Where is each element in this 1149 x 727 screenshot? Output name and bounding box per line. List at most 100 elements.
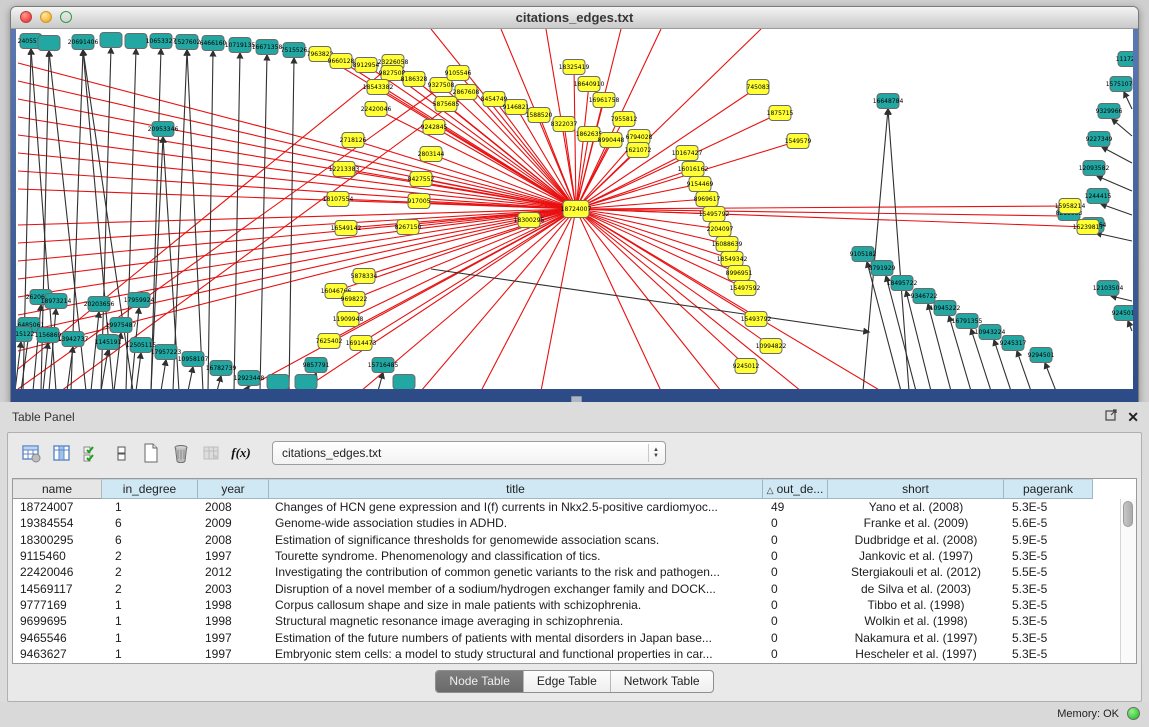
table-row[interactable]: 1456911722003Disruption of a novel membe… (13, 580, 1121, 596)
graph-edge[interactable] (1096, 233, 1132, 241)
graph-edge[interactable] (1045, 363, 1056, 389)
table-cell[interactable]: 9115460 (13, 548, 102, 564)
table-cell[interactable]: Disruption of a novel member of a sodium… (269, 581, 763, 597)
table-row[interactable]: 2242004622012Investigating the contribut… (13, 564, 1121, 580)
close-panel-icon[interactable]: ✕ (1127, 410, 1139, 424)
table-cell[interactable]: 0 (763, 630, 828, 646)
graph-edge[interactable] (576, 209, 1064, 216)
table-cell[interactable]: de Silva et al. (2003) (828, 581, 1004, 597)
graph-edge[interactable] (481, 209, 576, 389)
graph-edge[interactable] (18, 209, 576, 333)
scrollbar-thumb[interactable] (1123, 501, 1133, 527)
graph-edge[interactable] (260, 55, 267, 389)
table-cell[interactable]: 0 (763, 532, 828, 548)
graph-edge[interactable] (1101, 204, 1132, 215)
table-cell[interactable]: 0 (763, 515, 828, 531)
table-cell[interactable]: 19384554 (13, 515, 102, 531)
graph-edge[interactable] (136, 353, 141, 389)
table-cell[interactable]: 5.5E-5 (1004, 564, 1093, 580)
table-cell[interactable]: 2003 (198, 581, 269, 597)
graph-node[interactable] (125, 34, 147, 49)
table-cell[interactable]: 2 (102, 564, 198, 580)
table-cell[interactable]: 1998 (198, 597, 269, 613)
delete-trash-icon[interactable] (168, 440, 194, 466)
table-cell[interactable]: Yano et al. (2008) (828, 499, 1004, 515)
graph-edge[interactable] (576, 153, 687, 209)
table-cell[interactable]: Investigating the contribution of common… (269, 564, 763, 580)
table-cell[interactable]: 5.9E-5 (1004, 532, 1093, 548)
table-cell[interactable]: Genome-wide association studies in ADHD. (269, 515, 763, 531)
table-cell[interactable]: 5.3E-5 (1004, 499, 1093, 515)
table-cell[interactable]: Structural magnetic resonance image aver… (269, 613, 763, 629)
table-cell[interactable]: 9463627 (13, 646, 102, 662)
graph-edge[interactable] (188, 367, 193, 389)
table-cell[interactable]: Wolkin et al. (1998) (828, 613, 1004, 629)
table-cell[interactable]: 2012 (198, 564, 269, 580)
table-row[interactable]: 977716911998Corpus callosum shape and si… (13, 597, 1121, 613)
graph-edge[interactable] (431, 269, 869, 332)
table-mode-icon[interactable] (18, 440, 44, 466)
graph-node[interactable] (38, 36, 60, 51)
table-cell[interactable]: 6 (102, 515, 198, 531)
table-cell[interactable]: Dudbridge et al. (2008) (828, 532, 1004, 548)
table-cell[interactable]: 1997 (198, 646, 269, 662)
table-cell[interactable]: 1997 (198, 630, 269, 646)
graph-edge[interactable] (576, 199, 707, 209)
table-cell[interactable]: 1 (102, 499, 198, 515)
table-cell[interactable]: Estimation of significance thresholds fo… (269, 532, 763, 548)
column-header-in_degree[interactable]: in_degree (102, 479, 198, 499)
table-cell[interactable]: 2008 (198, 532, 269, 548)
graph-edge[interactable] (906, 291, 931, 389)
table-cell[interactable]: 5.3E-5 (1004, 597, 1093, 613)
table-cell[interactable]: 9465546 (13, 630, 102, 646)
table-cell[interactable]: Nakamura et al. (1997) (828, 630, 1004, 646)
graph-edge[interactable] (888, 109, 909, 389)
table-cell[interactable]: Tibbo et al. (1998) (828, 597, 1004, 613)
table-cell[interactable]: 0 (763, 581, 828, 597)
table-cell[interactable]: 14569117 (13, 581, 102, 597)
table-cell[interactable]: 0 (763, 564, 828, 580)
float-panel-icon[interactable] (1105, 408, 1118, 426)
table-cell[interactable]: 2008 (198, 499, 269, 515)
column-header-title[interactable]: title (269, 479, 763, 499)
network-canvas-svg[interactable]: 2405572206914061065332715276026466160107… (16, 29, 1133, 389)
tab-node-table[interactable]: Node Table (436, 671, 524, 692)
close-window-button[interactable] (20, 11, 32, 23)
table-cell[interactable]: 5.3E-5 (1004, 548, 1093, 564)
graph-edge[interactable] (217, 376, 221, 389)
column-header-pagerank[interactable]: pagerank (1004, 479, 1093, 499)
table-cell[interactable]: 9699695 (13, 613, 102, 629)
tab-edge-table[interactable]: Edge Table (524, 671, 611, 692)
table-scrollbar[interactable] (1120, 499, 1136, 663)
table-cell[interactable]: 1 (102, 613, 198, 629)
column-header-year[interactable]: year (198, 479, 269, 499)
graph-edge[interactable] (18, 117, 576, 209)
table-cell[interactable]: 18300295 (13, 532, 102, 548)
graph-edge[interactable] (1102, 147, 1132, 163)
column-header-short[interactable]: short (828, 479, 1004, 499)
table-cell[interactable]: 49 (763, 499, 828, 515)
table-cell[interactable]: Franke et al. (2009) (828, 515, 1004, 531)
table-cell[interactable]: 1 (102, 597, 198, 613)
graph-edge[interactable] (91, 312, 99, 389)
graph-node[interactable] (295, 375, 317, 390)
column-header-name[interactable]: name (13, 479, 102, 499)
stacked-rows-icon[interactable] (108, 440, 134, 466)
table-cell[interactable]: Stergiakouli et al. (2012) (828, 564, 1004, 580)
table-cell[interactable]: 5.3E-5 (1004, 613, 1093, 629)
network-canvas[interactable]: 2405572206914061065332715276026466160107… (16, 29, 1133, 389)
graph-edge[interactable] (161, 360, 166, 389)
graph-edge[interactable] (18, 135, 576, 209)
table-cell[interactable]: Embryonic stem cells: a model to study s… (269, 646, 763, 662)
table-cell[interactable]: 0 (763, 548, 828, 564)
graph-node[interactable] (393, 375, 415, 390)
table-row[interactable]: 1872400712008Changes of HCN gene express… (13, 499, 1121, 515)
graph-edge[interactable] (1124, 92, 1132, 109)
graph-edge[interactable] (576, 206, 1070, 209)
table-cell[interactable]: 2 (102, 548, 198, 564)
table-row[interactable]: 1938455462009Genome-wide association stu… (13, 515, 1121, 531)
table-cell[interactable]: 5.3E-5 (1004, 646, 1093, 662)
table-cell[interactable]: 22420046 (13, 564, 102, 580)
graph-edge[interactable] (576, 209, 801, 389)
select-column-icon[interactable] (48, 440, 74, 466)
